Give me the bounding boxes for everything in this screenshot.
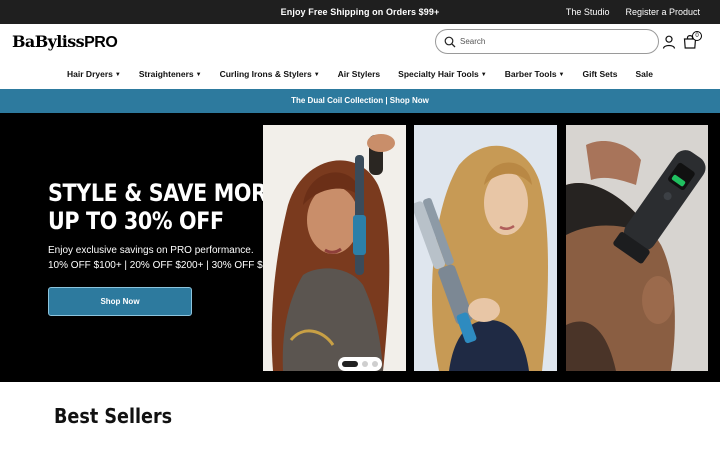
hero-subtext-line-1: Enjoy exclusive savings on PRO performan… <box>48 245 254 256</box>
nav-item-gift-sets[interactable]: Gift Sets <box>583 69 618 79</box>
carousel-dot-2[interactable] <box>362 361 368 367</box>
hero-image-flat-iron <box>414 125 557 371</box>
site-header: BaBylissPRO 0 <box>0 24 720 60</box>
babyliss-pro-logo[interactable]: BaBylissPRO <box>12 32 118 52</box>
logo-pro-text: PRO <box>84 34 118 51</box>
nav-item-barber-tools[interactable]: Barber Tools ▼ <box>505 69 565 79</box>
cart-count-badge: 0 <box>692 31 702 41</box>
account-icon[interactable] <box>662 35 676 49</box>
main-navigation: Hair Dryers ▼ Straighteners ▼ Curling Iron… <box>0 60 720 89</box>
nav-item-curling-irons[interactable]: Curling Irons & Stylers ▼ <box>220 69 320 79</box>
nav-item-hair-dryers[interactable]: Hair Dryers ▼ <box>67 69 121 79</box>
nav-item-label: Specialty Hair Tools <box>398 69 479 79</box>
nav-item-label: Air Stylers <box>337 69 381 79</box>
hero-carousel-dots <box>338 357 382 371</box>
hero-subtext: Enjoy exclusive savings on PRO performan… <box>48 243 285 273</box>
hero-heading-line-2: UP TO 30% OFF <box>48 207 224 235</box>
hero-heading: STYLE & SAVE MORE UP TO 30% OFF <box>48 179 281 235</box>
hero-subtext-line-2: 10% OFF $100+ | 20% OFF $200+ | 30% OFF … <box>48 260 286 271</box>
nav-item-label: Barber Tools <box>504 69 557 79</box>
the-studio-link[interactable]: The Studio <box>566 0 610 24</box>
search-input[interactable] <box>460 33 650 50</box>
logo-main-text: BaByliss <box>12 32 85 51</box>
nav-item-label: Straighteners <box>138 69 194 79</box>
nav-item-air-stylers[interactable]: Air Stylers <box>338 69 381 79</box>
hero-image-barber-clipper <box>566 125 708 371</box>
dual-coil-announcement-link[interactable]: The Dual Coil Collection | Shop Now <box>0 89 720 113</box>
chevron-down-icon: ▼ <box>558 72 565 78</box>
shop-now-button[interactable]: Shop Now <box>48 287 192 316</box>
search-bar[interactable] <box>435 29 659 54</box>
nav-item-specialty-hair-tools[interactable]: Specialty Hair Tools ▼ <box>398 69 487 79</box>
chevron-down-icon: ▼ <box>480 72 487 78</box>
hero-heading-line-1: STYLE & SAVE MORE <box>48 179 281 207</box>
top-links: The Studio Register a Product <box>566 0 700 24</box>
hero-banner: STYLE & SAVE MORE UP TO 30% OFF Enjoy ex… <box>0 113 720 382</box>
nav-item-sale[interactable]: Sale <box>635 69 653 79</box>
carousel-dot-1[interactable] <box>342 361 358 367</box>
carousel-dot-3[interactable] <box>372 361 378 367</box>
top-promo-bar: Enjoy Free Shipping on Orders $99+ The S… <box>0 0 720 24</box>
search-icon <box>444 36 456 48</box>
chevron-down-icon: ▼ <box>114 72 121 78</box>
nav-item-label: Curling Irons & Stylers <box>219 69 312 79</box>
chevron-down-icon: ▼ <box>313 72 320 78</box>
chevron-down-icon: ▼ <box>195 72 202 78</box>
register-product-link[interactable]: Register a Product <box>625 0 700 24</box>
best-sellers-heading: Best Sellers <box>54 404 173 428</box>
nav-item-label: Hair Dryers <box>67 69 113 79</box>
hero-image-curling-styler <box>263 125 406 371</box>
nav-item-label: Gift Sets <box>582 69 618 79</box>
nav-item-label: Sale <box>635 69 653 79</box>
nav-item-straighteners[interactable]: Straighteners ▼ <box>139 69 202 79</box>
